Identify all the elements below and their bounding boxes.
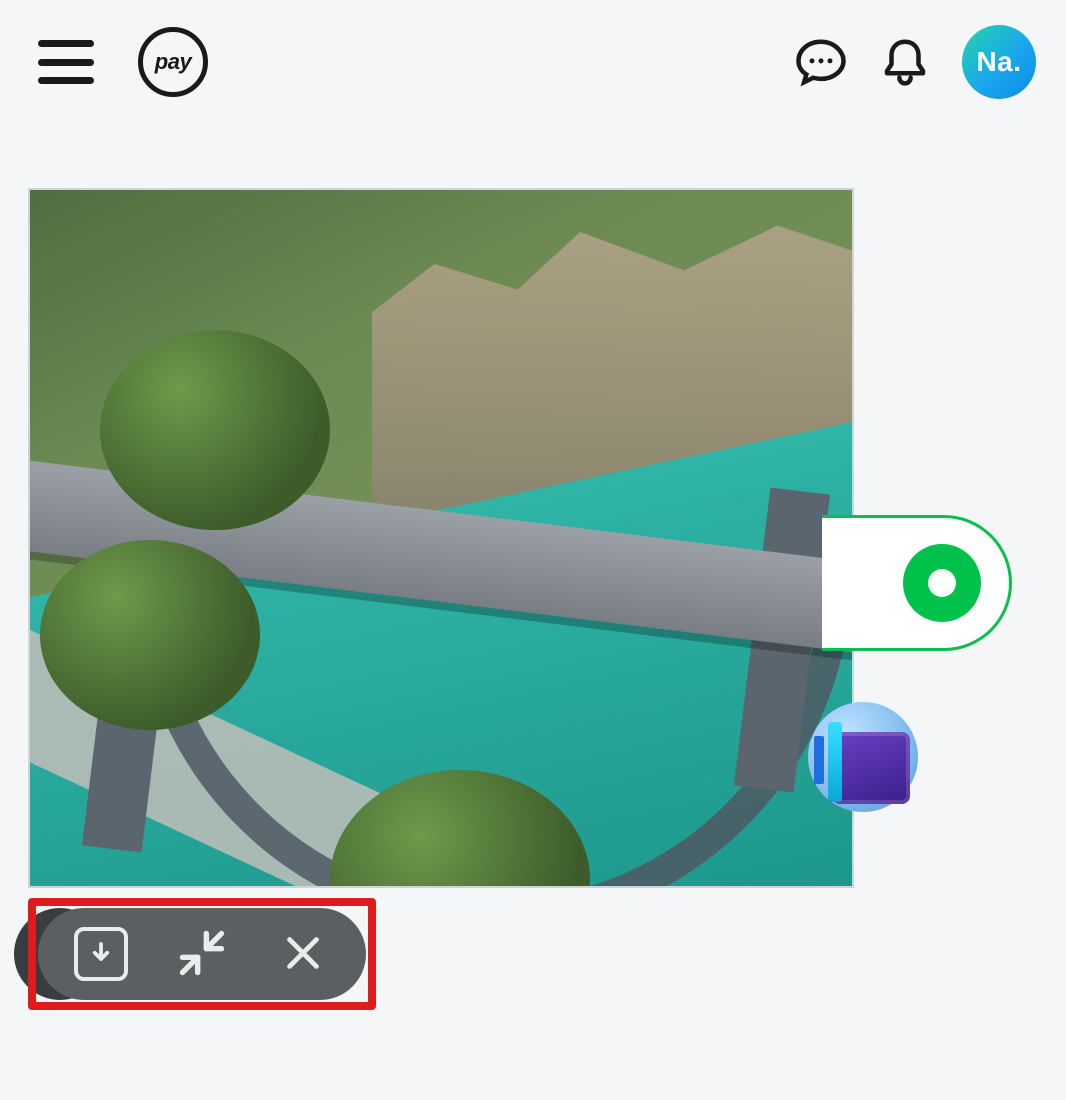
gift-box-icon — [832, 732, 910, 804]
floating-preview — [28, 188, 854, 888]
gift-ribbon-icon — [828, 722, 842, 802]
preview-toolbar — [38, 908, 366, 1000]
minimize-icon — [176, 927, 228, 982]
side-toggle[interactable] — [822, 515, 1012, 651]
top-bar-left: pay — [38, 27, 208, 97]
gift-tag-icon — [814, 736, 824, 784]
toggle-knob-icon — [903, 544, 981, 622]
minimize-button[interactable] — [162, 914, 242, 994]
preview-image[interactable] — [28, 188, 854, 888]
top-bar-right: Na. — [794, 25, 1036, 99]
download-button[interactable] — [61, 914, 141, 994]
avatar[interactable]: Na. — [962, 25, 1036, 99]
bell-icon[interactable] — [878, 35, 932, 89]
chat-icon[interactable] — [794, 35, 848, 89]
close-icon — [280, 930, 326, 979]
avatar-label: Na. — [976, 46, 1021, 78]
gift-badge[interactable] — [816, 710, 936, 820]
close-button[interactable] — [263, 914, 343, 994]
top-bar: pay Na. — [0, 22, 1066, 102]
pay-logo-label: pay — [155, 49, 191, 75]
download-icon — [74, 927, 128, 981]
pay-logo[interactable]: pay — [138, 27, 208, 97]
menu-button[interactable] — [38, 40, 94, 84]
